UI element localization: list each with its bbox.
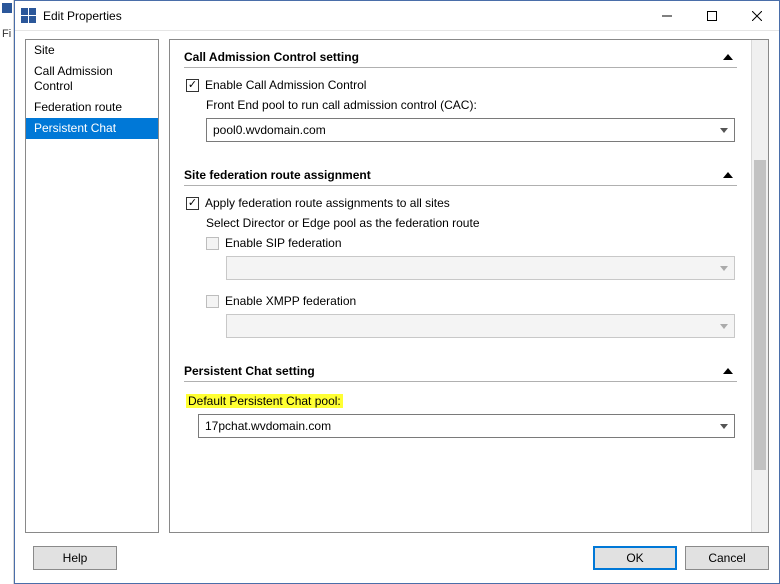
background-app-icon xyxy=(2,3,12,13)
default-pchat-label: Default Persistent Chat pool: xyxy=(186,394,343,408)
dialog-window: Edit Properties Site Call Admission Cont… xyxy=(14,0,780,584)
minimize-button[interactable] xyxy=(644,1,689,30)
nav-item-site[interactable]: Site xyxy=(26,40,158,61)
federation-select-label: Select Director or Edge pool as the fede… xyxy=(206,216,735,230)
background-app-label: Fi xyxy=(2,28,11,40)
app-icon xyxy=(21,8,37,24)
chevron-down-icon xyxy=(720,424,728,429)
section-title: Call Admission Control setting xyxy=(184,50,723,64)
nav-item-call-admission-control[interactable]: Call Admission Control xyxy=(26,61,158,97)
apply-federation-checkbox[interactable] xyxy=(186,197,199,210)
section-title: Site federation route assignment xyxy=(184,168,723,182)
close-button[interactable] xyxy=(734,1,779,30)
default-pchat-value: 17pchat.wvdomain.com xyxy=(205,419,331,433)
enable-sip-label: Enable SIP federation xyxy=(225,236,342,250)
scrollbar-thumb[interactable] xyxy=(754,160,766,470)
nav-item-federation-route[interactable]: Federation route xyxy=(26,97,158,118)
section-title: Persistent Chat setting xyxy=(184,364,723,378)
chevron-down-icon xyxy=(720,266,728,271)
nav-item-persistent-chat[interactable]: Persistent Chat xyxy=(26,118,158,139)
cancel-button[interactable]: Cancel xyxy=(685,546,769,570)
ok-button[interactable]: OK xyxy=(593,546,677,570)
xmpp-pool-dropdown xyxy=(226,314,735,338)
caret-up-icon xyxy=(723,54,733,60)
default-pchat-dropdown[interactable]: 17pchat.wvdomain.com xyxy=(198,414,735,438)
enable-cac-label: Enable Call Admission Control xyxy=(205,78,366,92)
caret-up-icon xyxy=(723,368,733,374)
nav-list: Site Call Admission Control Federation r… xyxy=(25,39,159,533)
section-header-federation[interactable]: Site federation route assignment xyxy=(184,164,737,186)
help-button[interactable]: Help xyxy=(33,546,117,570)
background-app-strip: Fi xyxy=(0,0,14,584)
dialog-footer: Help OK Cancel xyxy=(25,533,769,573)
section-header-persistent-chat[interactable]: Persistent Chat setting xyxy=(184,360,737,382)
content-panel: Call Admission Control setting Enable Ca… xyxy=(169,39,769,533)
cac-pool-label: Front End pool to run call admission con… xyxy=(206,98,735,112)
cac-pool-value: pool0.wvdomain.com xyxy=(213,123,326,137)
enable-sip-checkbox xyxy=(206,237,219,250)
chevron-down-icon xyxy=(720,324,728,329)
title-bar: Edit Properties xyxy=(15,1,779,31)
enable-xmpp-label: Enable XMPP federation xyxy=(225,294,356,308)
sip-pool-dropdown xyxy=(226,256,735,280)
cac-pool-dropdown[interactable]: pool0.wvdomain.com xyxy=(206,118,735,142)
window-title: Edit Properties xyxy=(43,9,644,23)
enable-xmpp-checkbox xyxy=(206,295,219,308)
maximize-button[interactable] xyxy=(689,1,734,30)
caret-up-icon xyxy=(723,172,733,178)
apply-federation-label: Apply federation route assignments to al… xyxy=(205,196,450,210)
chevron-down-icon xyxy=(720,128,728,133)
section-header-cac[interactable]: Call Admission Control setting xyxy=(184,46,737,68)
scrollbar[interactable] xyxy=(751,40,768,532)
enable-cac-checkbox[interactable] xyxy=(186,79,199,92)
